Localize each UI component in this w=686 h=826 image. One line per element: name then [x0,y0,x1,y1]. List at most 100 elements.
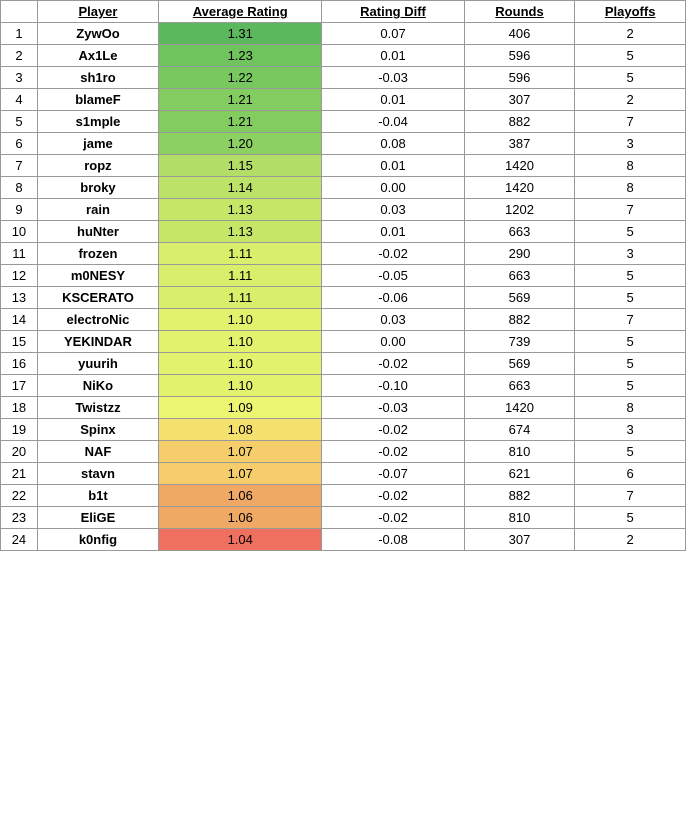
cell-rounds: 663 [464,221,575,243]
cell-rounds: 1202 [464,199,575,221]
table-row: 13KSCERATO1.11-0.065695 [1,287,686,309]
table-row: 15YEKINDAR1.100.007395 [1,331,686,353]
table-row: 2Ax1Le1.230.015965 [1,45,686,67]
header-player: Player [37,1,158,23]
cell-avg-rating: 1.14 [159,177,322,199]
cell-avg-rating: 1.20 [159,133,322,155]
cell-player: ropz [37,155,158,177]
cell-rounds: 1420 [464,177,575,199]
cell-rating-diff: -0.02 [322,485,464,507]
cell-rating-diff: 0.01 [322,221,464,243]
cell-rounds: 1420 [464,397,575,419]
cell-avg-rating: 1.10 [159,353,322,375]
cell-playoffs: 3 [575,133,686,155]
cell-rounds: 663 [464,375,575,397]
cell-rank: 2 [1,45,38,67]
cell-avg-rating: 1.09 [159,397,322,419]
cell-rating-diff: -0.03 [322,67,464,89]
cell-playoffs: 2 [575,529,686,551]
table-row: 21stavn1.07-0.076216 [1,463,686,485]
cell-rounds: 387 [464,133,575,155]
cell-rating-diff: -0.02 [322,243,464,265]
cell-avg-rating: 1.23 [159,45,322,67]
table-row: 19Spinx1.08-0.026743 [1,419,686,441]
cell-rating-diff: 0.01 [322,155,464,177]
header-rounds: Rounds [464,1,575,23]
cell-rounds: 663 [464,265,575,287]
cell-rank: 12 [1,265,38,287]
cell-player: Ax1Le [37,45,158,67]
table-row: 22b1t1.06-0.028827 [1,485,686,507]
cell-rounds: 569 [464,353,575,375]
cell-playoffs: 8 [575,177,686,199]
cell-rating-diff: 0.01 [322,89,464,111]
cell-playoffs: 2 [575,89,686,111]
cell-playoffs: 5 [575,375,686,397]
cell-rating-diff: -0.04 [322,111,464,133]
cell-rank: 21 [1,463,38,485]
cell-rounds: 810 [464,507,575,529]
cell-playoffs: 8 [575,155,686,177]
cell-avg-rating: 1.13 [159,221,322,243]
cell-avg-rating: 1.13 [159,199,322,221]
cell-rating-diff: -0.07 [322,463,464,485]
cell-rating-diff: -0.02 [322,507,464,529]
cell-playoffs: 6 [575,463,686,485]
cell-rounds: 307 [464,89,575,111]
cell-rating-diff: -0.02 [322,419,464,441]
cell-playoffs: 3 [575,419,686,441]
cell-rank: 18 [1,397,38,419]
table-row: 4blameF1.210.013072 [1,89,686,111]
cell-rank: 5 [1,111,38,133]
cell-rounds: 406 [464,23,575,45]
table-row: 6jame1.200.083873 [1,133,686,155]
cell-player: huNter [37,221,158,243]
cell-player: YEKINDAR [37,331,158,353]
cell-avg-rating: 1.10 [159,375,322,397]
cell-rounds: 882 [464,111,575,133]
cell-playoffs: 5 [575,441,686,463]
cell-rating-diff: -0.03 [322,397,464,419]
cell-playoffs: 7 [575,111,686,133]
cell-player: broky [37,177,158,199]
cell-avg-rating: 1.11 [159,243,322,265]
cell-player: ZywOo [37,23,158,45]
cell-rounds: 307 [464,529,575,551]
cell-avg-rating: 1.22 [159,67,322,89]
cell-avg-rating: 1.04 [159,529,322,551]
cell-playoffs: 5 [575,331,686,353]
header-row: Player Average Rating Rating Diff Rounds… [1,1,686,23]
table-row: 11frozen1.11-0.022903 [1,243,686,265]
cell-rating-diff: 0.01 [322,45,464,67]
cell-avg-rating: 1.10 [159,309,322,331]
cell-rating-diff: 0.08 [322,133,464,155]
cell-playoffs: 7 [575,199,686,221]
cell-rank: 14 [1,309,38,331]
table-row: 23EliGE1.06-0.028105 [1,507,686,529]
cell-player: blameF [37,89,158,111]
cell-rank: 3 [1,67,38,89]
cell-rank: 1 [1,23,38,45]
cell-rounds: 290 [464,243,575,265]
cell-rating-diff: -0.06 [322,287,464,309]
cell-avg-rating: 1.31 [159,23,322,45]
table-row: 17NiKo1.10-0.106635 [1,375,686,397]
cell-avg-rating: 1.10 [159,331,322,353]
cell-playoffs: 7 [575,309,686,331]
cell-player: EliGE [37,507,158,529]
cell-rating-diff: -0.08 [322,529,464,551]
cell-rank: 22 [1,485,38,507]
cell-player: m0NESY [37,265,158,287]
cell-player: b1t [37,485,158,507]
cell-player: k0nfig [37,529,158,551]
cell-rank: 24 [1,529,38,551]
cell-rank: 23 [1,507,38,529]
cell-playoffs: 3 [575,243,686,265]
cell-playoffs: 5 [575,287,686,309]
cell-avg-rating: 1.06 [159,507,322,529]
cell-rank: 16 [1,353,38,375]
table-row: 1ZywOo1.310.074062 [1,23,686,45]
cell-player: stavn [37,463,158,485]
cell-rank: 8 [1,177,38,199]
cell-rank: 6 [1,133,38,155]
